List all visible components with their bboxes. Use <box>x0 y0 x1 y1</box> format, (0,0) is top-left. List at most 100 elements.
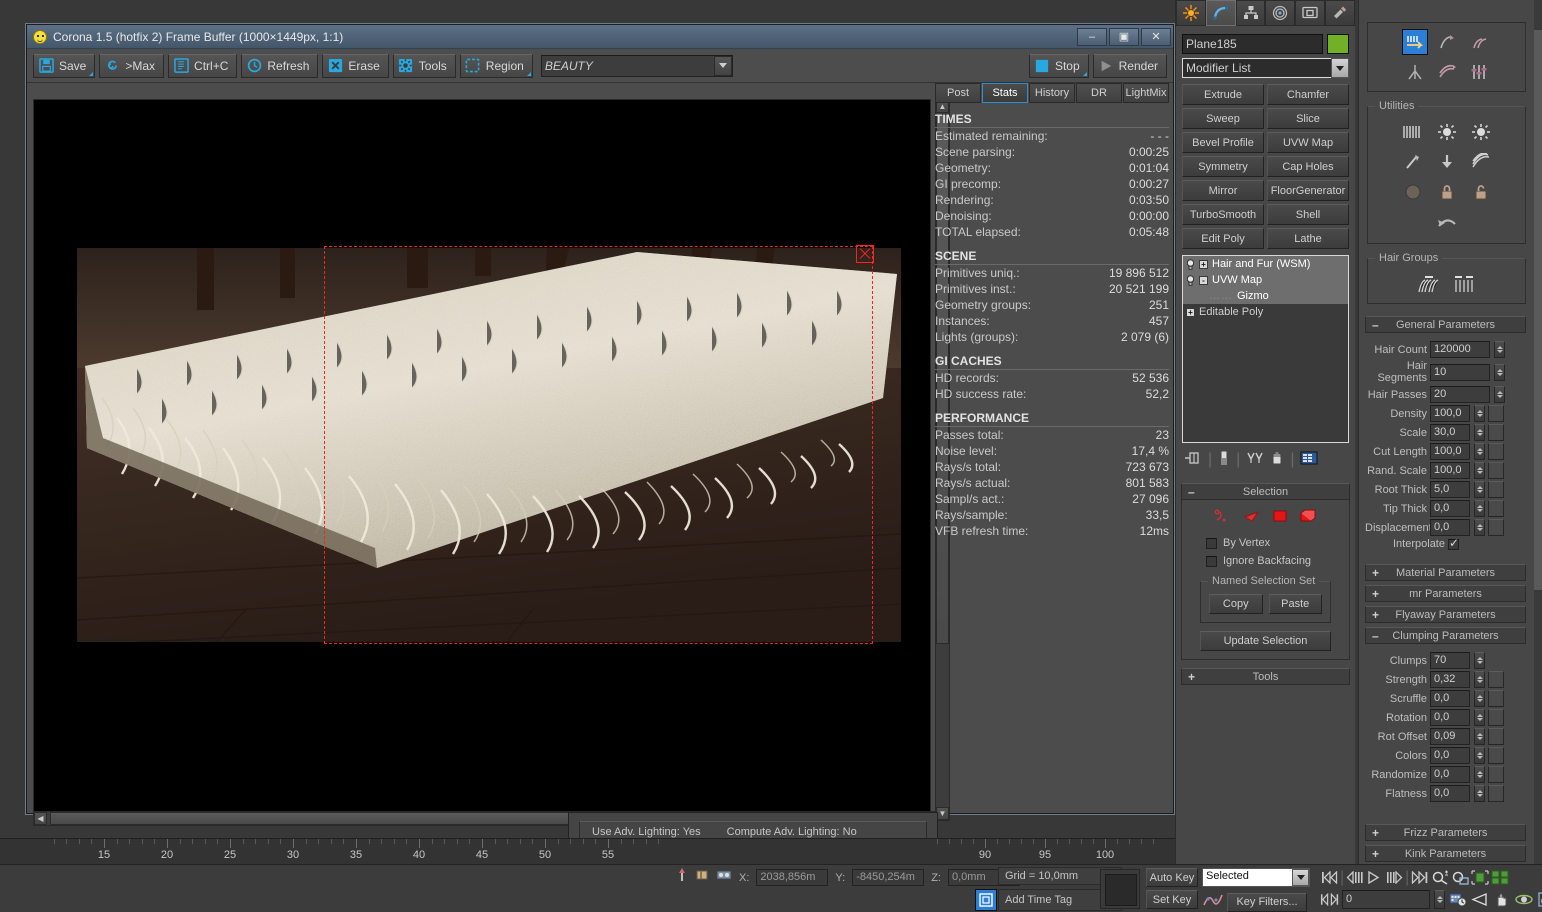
stack-collapse-toggle[interactable]: - <box>1199 275 1208 285</box>
key-mode-toggle-icon[interactable] <box>1320 890 1339 909</box>
param-value-field[interactable]: 0,0 <box>1430 709 1470 726</box>
hair-mesh-icon[interactable] <box>1400 179 1426 205</box>
set-key-button[interactable]: Set Key <box>1146 890 1198 909</box>
stack-item-uvw-map[interactable]: - UVW Map <box>1183 272 1348 288</box>
modify-tab[interactable] <box>1205 0 1236 26</box>
map-slot-button[interactable] <box>1488 424 1504 441</box>
spinner[interactable] <box>1474 652 1485 669</box>
copy-button[interactable]: Ctrl+C <box>168 53 238 78</box>
spinner[interactable] <box>1474 785 1485 802</box>
tools-button[interactable]: Tools <box>392 53 456 78</box>
kink-parameters-rollout[interactable]: + Kink Parameters <box>1365 845 1526 862</box>
map-slot-button[interactable] <box>1488 519 1504 536</box>
param-value-field[interactable]: 0,0 <box>1430 747 1470 764</box>
spinner[interactable] <box>1474 481 1485 498</box>
motion-tab[interactable] <box>1265 0 1296 26</box>
modifier-button-slice[interactable]: Slice <box>1267 108 1349 129</box>
next-frame-icon[interactable] <box>1385 868 1404 887</box>
region-dropdown-corner[interactable] <box>526 71 531 76</box>
map-slot-button[interactable] <box>1488 443 1504 460</box>
map-slot-button[interactable] <box>1488 785 1504 802</box>
tools-rollout-header[interactable]: + Tools <box>1181 668 1350 685</box>
vertex-icon[interactable] <box>1214 508 1232 529</box>
flyaway-parameters-rollout[interactable]: + Flyaway Parameters <box>1365 606 1526 623</box>
spinner[interactable] <box>1474 424 1485 441</box>
param-value-field[interactable]: 30,0 <box>1430 424 1470 441</box>
hair-unlock-icon[interactable] <box>1468 179 1494 205</box>
make-unique-icon[interactable] <box>1246 450 1264 471</box>
save-dropdown-corner[interactable] <box>89 71 94 76</box>
rollout-expand-icon[interactable]: + <box>1372 587 1379 601</box>
display-tab[interactable] <box>1295 0 1326 26</box>
spinner[interactable] <box>1494 341 1505 358</box>
param-value-field[interactable]: 70 <box>1430 652 1470 669</box>
erase-button[interactable]: Erase <box>322 53 389 78</box>
render-region-rect[interactable] <box>324 245 874 644</box>
param-value-field[interactable]: 100,0 <box>1430 405 1470 422</box>
pin-stack-icon[interactable] <box>1184 450 1202 471</box>
param-value-field[interactable]: 20 <box>1430 386 1490 403</box>
param-value-field[interactable]: 100,0 <box>1430 462 1470 479</box>
by-vertex-checkbox[interactable] <box>1206 537 1217 549</box>
tab-dr[interactable]: DR <box>1076 83 1122 103</box>
tab-post[interactable]: Post <box>935 83 981 103</box>
hair-stand-icon[interactable] <box>1402 59 1428 85</box>
map-slot-button[interactable] <box>1488 671 1504 688</box>
rollout-expand-icon[interactable]: + <box>1372 608 1379 622</box>
configure-sets-icon[interactable] <box>1300 450 1318 471</box>
spinner[interactable] <box>1474 747 1485 764</box>
spinner[interactable] <box>1494 363 1505 381</box>
render-pass-selector[interactable]: BEAUTY <box>540 54 733 77</box>
clumping-parameters-header[interactable]: – Clumping Parameters <box>1365 627 1526 644</box>
save-button[interactable]: Save <box>33 53 96 78</box>
spinner[interactable] <box>1474 671 1485 688</box>
modifier-stack[interactable]: + Hair and Fur (WSM) - UVW Map …… Gizmo … <box>1182 255 1349 443</box>
spinner[interactable] <box>1474 690 1485 707</box>
region-button[interactable]: Region <box>459 53 533 78</box>
spinner[interactable] <box>1474 709 1485 726</box>
rollout-expand-icon[interactable]: + <box>1372 566 1379 580</box>
zoom-extents-all-icon[interactable] <box>1490 868 1509 887</box>
selection-rollout-header[interactable]: – Selection <box>1181 483 1350 500</box>
map-slot-button[interactable] <box>1488 500 1504 517</box>
modifier-button-mirror[interactable]: Mirror <box>1182 180 1264 201</box>
light-bulb-icon[interactable] <box>1186 258 1195 270</box>
modifier-button-cap-holes[interactable]: Cap Holes <box>1267 156 1349 177</box>
object-name-field[interactable]: Plane185 <box>1182 34 1323 54</box>
param-value-field[interactable]: 0,0 <box>1430 785 1470 802</box>
maxscript-mini-listener[interactable] <box>1100 869 1140 909</box>
command-panel-scrollbar[interactable] <box>1534 0 1542 866</box>
key-filters-button[interactable]: Key Filters... <box>1227 892 1307 912</box>
render-button[interactable]: Render <box>1092 53 1167 78</box>
selection-lock-icon[interactable] <box>716 868 732 887</box>
stack-item-hair-and-fur[interactable]: + Hair and Fur (WSM) <box>1183 256 1348 272</box>
time-tag-icon[interactable] <box>975 889 997 911</box>
chevron-down-icon[interactable] <box>1331 58 1349 78</box>
key-mode-selector[interactable]: Selected <box>1202 868 1310 887</box>
param-value-field[interactable]: 0,0 <box>1430 519 1470 536</box>
timeline-ruler[interactable]: 15 20 25 30 35 40 45 50 55 90 95 100 <box>0 838 1175 864</box>
map-slot-button[interactable] <box>1488 766 1504 783</box>
stop-dropdown-corner[interactable] <box>1082 71 1087 76</box>
lock-selection-icon[interactable] <box>695 868 709 887</box>
ignore-backfacing-checkbox[interactable] <box>1206 555 1217 567</box>
mr-parameters-rollout[interactable]: + mr Parameters <box>1365 585 1526 602</box>
update-selection-button[interactable]: Update Selection <box>1200 631 1331 651</box>
rollout-collapse-icon[interactable]: – <box>1372 318 1379 332</box>
zoom-icon[interactable] <box>1430 868 1449 887</box>
param-value-field[interactable]: 100,0 <box>1430 443 1470 460</box>
go-to-end-icon[interactable] <box>1410 868 1429 887</box>
spinner[interactable] <box>1494 386 1505 403</box>
pan-icon[interactable] <box>1492 890 1511 909</box>
show-end-result-icon[interactable] <box>1218 450 1230 471</box>
go-to-start-icon[interactable] <box>1320 868 1339 887</box>
rollout-collapse-icon[interactable]: – <box>1188 485 1195 499</box>
hair-undo-icon[interactable] <box>1434 209 1460 235</box>
tab-lightmix[interactable]: LightMix <box>1123 83 1169 103</box>
coord-y-field[interactable]: -8450,254m <box>852 869 925 886</box>
time-configuration-icon[interactable] <box>1448 890 1467 909</box>
render-canvas[interactable] <box>33 99 931 821</box>
refresh-button[interactable]: Refresh <box>241 53 319 78</box>
hair-brush-icon[interactable] <box>1401 29 1428 55</box>
paste-selection-set-button[interactable]: Paste <box>1268 594 1322 614</box>
